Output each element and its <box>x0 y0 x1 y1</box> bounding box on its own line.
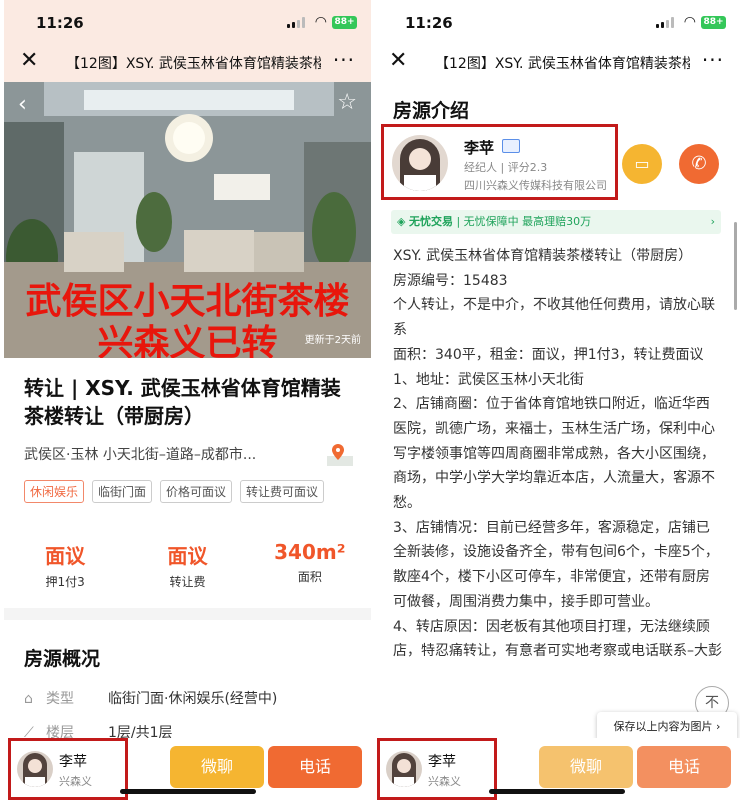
agent-company: 兴森义 <box>428 775 461 788</box>
overview-value: 临街门面·休闲娱乐(经营中) <box>108 691 278 707</box>
guarantee-text: | 无忧保障中 最高理赔30万 <box>456 215 592 228</box>
desc-paragraph: 2、店铺商圈：位于省体育馆地铁口附近，临近华西医院，凯德广场，来福士，玉林生活广… <box>393 396 715 512</box>
right-screen: 11:26 ◠ 88+ ✕ 【12图】XSY. 武侯玉林省体育馆精装茶楼转让（带… <box>373 0 740 800</box>
tag-list: 休闲娱乐 临街门面 价格可面议 转让费可面议 <box>24 480 364 503</box>
agent-role: 经纪人 | 评分2.3 <box>464 161 548 174</box>
status-time: 11:26 <box>405 14 453 32</box>
overview-key: 类型 <box>46 691 74 707</box>
tag: 价格可面议 <box>160 480 233 503</box>
more-icon[interactable]: ··· <box>333 48 355 72</box>
battery-indicator: 88+ <box>701 16 726 29</box>
stat-transfer-fee: 面议 转让费 <box>126 540 248 590</box>
home-indicator <box>488 789 625 794</box>
agent-card[interactable]: 李苹 经纪人 | 评分2.3 四川兴森义传媒科技有限公司 <box>381 124 618 200</box>
avatar <box>17 751 53 787</box>
battery-indicator: 88+ <box>332 16 357 29</box>
map-pin-icon[interactable] <box>327 442 353 466</box>
verified-badge-icon <box>502 139 520 153</box>
listing-card: 转让 | XSY. 武侯玉林省体育馆精装茶楼转让（带厨房） 武侯区·玉林 小天北… <box>4 358 371 608</box>
close-icon[interactable]: ✕ <box>20 48 38 73</box>
chat-icon[interactable]: ▭ <box>622 144 662 184</box>
agent-company: 兴森义 <box>59 775 92 788</box>
star-icon[interactable]: ☆ <box>337 90 357 115</box>
signal-icon <box>287 17 305 28</box>
desc-paragraph: 个人转让，不是中介，不收其他任何费用，请放心联系 <box>393 297 715 339</box>
chat-button[interactable]: 微聊 <box>170 746 264 788</box>
page-title: 【12图】XSY. 武侯玉林省体育馆精装茶楼转让（带厨房） <box>435 56 690 72</box>
tag: 休闲娱乐 <box>24 480 85 503</box>
stat-value: 面议 <box>167 544 208 568</box>
bottom-action-bar: 李苹 兴森义 微聊 电话 <box>373 738 740 800</box>
left-screen: 11:26 ◠ 88+ ✕ 【12图】XSY. 武侯玉林省体育馆精装茶楼转让（带… <box>4 0 371 800</box>
signal-icon <box>656 17 674 28</box>
stat-area: 340m² 面积 <box>249 540 371 590</box>
desc-paragraph: 房源编号：15483 <box>393 272 508 289</box>
page-title: 【12图】XSY. 武侯玉林省体育馆精装茶楼转让（带厨房） <box>66 56 321 72</box>
tag: 转让费可面议 <box>240 480 325 503</box>
listing-description: XSY. 武侯玉林省体育馆精装茶楼转让（带厨房） 房源编号：15483 个人转让… <box>393 244 723 664</box>
agent-name: 李苹 <box>464 139 495 157</box>
nav-bar: ✕ 【12图】XSY. 武侯玉林省体育馆精装茶楼转让（带厨房） ··· <box>373 44 740 82</box>
avatar <box>392 135 448 191</box>
desc-paragraph: 1、地址：武侯区玉林小天北街 <box>393 371 584 388</box>
stat-label: 转让费 <box>169 575 206 589</box>
scrollbar[interactable] <box>734 222 737 310</box>
call-button[interactable]: 电话 <box>268 746 362 788</box>
close-icon[interactable]: ✕ <box>389 48 407 73</box>
updated-label: 更新于2天前 <box>304 335 361 346</box>
agent-name: 李苹 <box>59 754 87 770</box>
listing-title: 转让 | XSY. 武侯玉林省体育馆精装茶楼转让（带厨房） <box>24 376 341 428</box>
nav-bar: ✕ 【12图】XSY. 武侯玉林省体育馆精装茶楼转让（带厨房） ··· <box>4 44 371 82</box>
listing-photo[interactable]: ‹ ☆ 武侯区小天北街茶楼 兴森义已转 更新于2天前 <box>4 82 371 358</box>
key-stats: 面议押1付3 面议转让费 340m² 面积 <box>4 540 371 590</box>
overview-heading: 房源概况 <box>24 648 101 670</box>
desc-paragraph: 4、转店原因：因老板有其他项目打理，无法继续顾店，特忍痛转让，有意者可实地考察或… <box>393 618 722 660</box>
desc-paragraph: XSY. 武侯玉林省体育馆精装茶楼转让（带厨房） <box>393 248 693 264</box>
shield-icon: ◈ <box>397 215 406 228</box>
stat-value: 面议 <box>45 544 86 568</box>
store-icon: ⌂ <box>24 691 33 707</box>
wifi-icon: ◠ <box>683 14 696 30</box>
status-bar: 11:26 ◠ 88+ <box>4 0 371 44</box>
status-bar: 11:26 ◠ 88+ <box>373 0 740 44</box>
avatar <box>386 751 422 787</box>
desc-paragraph: 3、店铺情况：目前已经营多年，客源稳定，店铺已全新装修，设施设备齐全，带有包间6… <box>393 519 719 610</box>
status-time: 11:26 <box>36 14 84 32</box>
home-indicator <box>119 789 256 794</box>
agent-mini-card[interactable]: 李苹 兴森义 <box>377 738 497 800</box>
call-button[interactable]: 电话 <box>637 746 731 788</box>
desc-paragraph: 面积：340平，租金：面议，押1付3，转让费面议 <box>393 346 704 363</box>
listing-address[interactable]: 武侯区·玉林 小天北街–道路–成都市... <box>24 444 256 464</box>
agent-company: 四川兴森义传媒科技有限公司 <box>464 179 607 192</box>
back-icon[interactable]: ‹ <box>18 92 27 117</box>
stat-label: 面积 <box>297 570 322 584</box>
bottom-action-bar: 李苹 兴森义 微聊 电话 <box>4 738 371 800</box>
stat-value: 340m² <box>274 540 346 564</box>
phone-icon[interactable]: ✆ <box>679 144 719 184</box>
chevron-right-icon: › <box>710 215 715 228</box>
stat-deposit: 面议押1付3 <box>4 540 126 590</box>
intro-heading: 房源介绍 <box>393 100 470 122</box>
more-icon[interactable]: ··· <box>702 48 724 72</box>
overview-row-type: ⌂ 类型 临街门面·休闲娱乐(经营中) <box>24 688 277 708</box>
stat-label: 押1付3 <box>45 575 85 589</box>
guarantee-tag: 无忧交易 <box>408 215 453 228</box>
tag: 临街门面 <box>92 480 153 503</box>
guarantee-banner[interactable]: ◈ 无忧交易 | 无忧保障中 最高理赔30万 › <box>391 210 721 234</box>
wifi-icon: ◠ <box>314 14 327 30</box>
chat-button[interactable]: 微聊 <box>539 746 633 788</box>
agent-name: 李苹 <box>428 754 456 770</box>
section-divider <box>4 608 371 620</box>
agent-mini-card[interactable]: 李苹 兴森义 <box>8 738 128 800</box>
